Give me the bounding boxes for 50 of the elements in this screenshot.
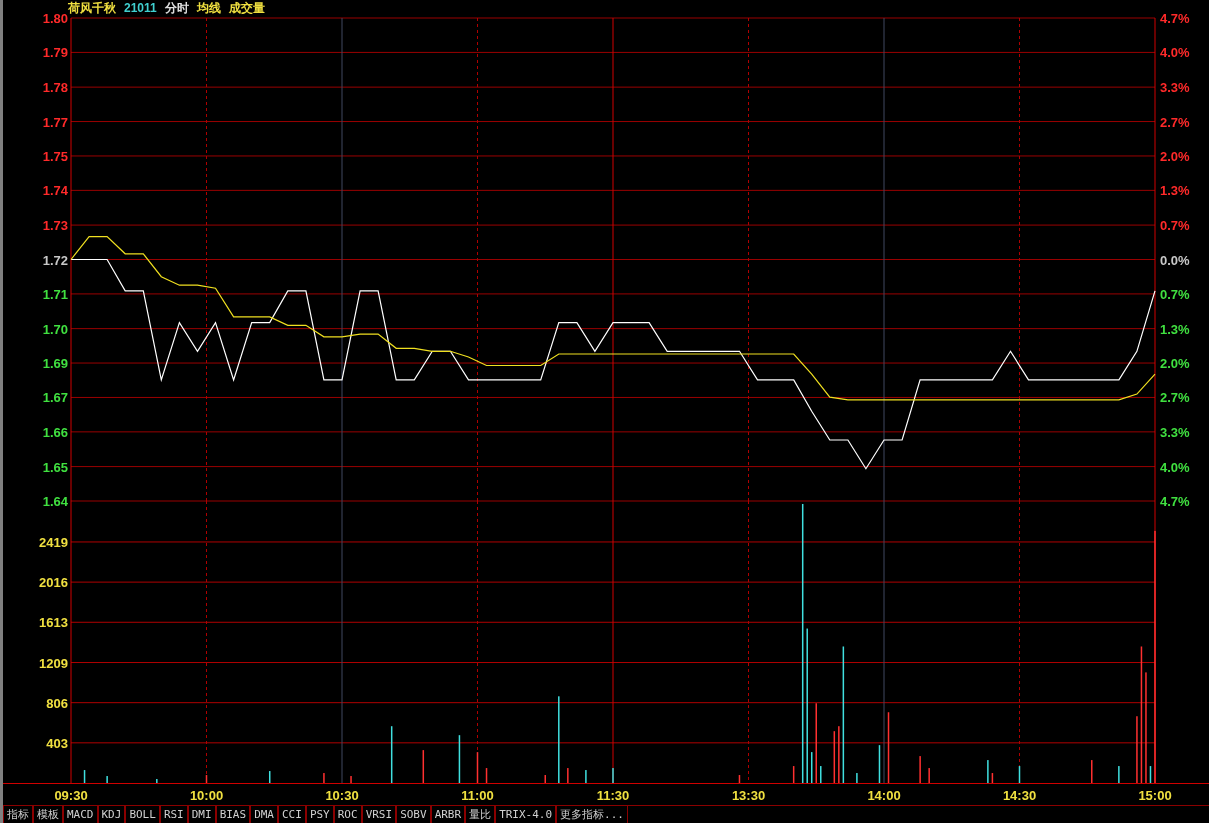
- volume-axis-label: 1613: [39, 615, 68, 631]
- time-axis-label: 09:30: [54, 788, 88, 803]
- price-axis-label: 1.64: [42, 494, 68, 509]
- time-axis-label: 14:30: [1002, 788, 1037, 803]
- change-axis-label: 4.0%: [1160, 459, 1190, 475]
- chart-legend-label: 成交量: [228, 0, 265, 16]
- change-axis-label: 3.3%: [1160, 80, 1190, 96]
- time-axis-label: 14:00: [867, 788, 901, 803]
- volume-axis-label: 1209: [39, 655, 68, 671]
- price-axis-label: 1.72: [42, 252, 68, 268]
- stock-name: 荷风千秋: [68, 0, 116, 16]
- price-axis-label: 1.67: [42, 390, 68, 406]
- price-axis-label: 1.79: [42, 45, 68, 61]
- change-axis-label: 0.0%: [1160, 252, 1190, 268]
- change-axis-label: 1.3%: [1160, 183, 1190, 199]
- price-axis-label: 1.74: [42, 183, 68, 199]
- price-axis-label: 1.73: [42, 218, 68, 234]
- time-axis-label: 13:30: [731, 788, 766, 803]
- stock-code: 21011: [124, 0, 157, 16]
- change-axis-label: 0.7%: [1160, 286, 1190, 302]
- change-axis-label: 3.3%: [1160, 424, 1190, 440]
- volume-axis-label: 2016: [39, 575, 68, 591]
- price-axis-label: 1.66: [42, 424, 68, 440]
- change-axis-label: 4.7%: [1160, 11, 1190, 26]
- change-axis-label: 2.0%: [1160, 356, 1190, 372]
- chart-legend-label: 均线: [196, 0, 221, 16]
- chart-legend-label: 分时: [164, 0, 189, 16]
- price-axis-label: 1.77: [42, 114, 68, 130]
- price-axis-label: 1.65: [42, 459, 68, 475]
- change-axis-label: 4.0%: [1160, 45, 1190, 61]
- time-axis-label: 15:00: [1138, 788, 1172, 803]
- change-axis-label: 0.7%: [1160, 218, 1190, 234]
- time-axis-label: 11:30: [596, 788, 630, 803]
- change-axis-label: 2.7%: [1160, 390, 1190, 406]
- volume-axis-label: 403: [46, 735, 68, 751]
- change-axis-label: 4.7%: [1160, 494, 1190, 509]
- time-axis-label: 10:00: [189, 788, 224, 803]
- change-axis-label: 1.3%: [1160, 321, 1190, 337]
- volume-axis-label: 806: [46, 695, 68, 711]
- change-axis-label: 2.0%: [1160, 148, 1190, 164]
- volume-axis-label: 2419: [39, 534, 68, 550]
- price-axis-label: 1.70: [42, 321, 68, 337]
- time-axis-label: 10:30: [325, 788, 359, 803]
- price-axis-label: 1.80: [42, 11, 68, 26]
- price-axis-label: 1.78: [42, 80, 68, 96]
- price-axis-label: 1.75: [42, 148, 68, 164]
- change-axis-label: 2.7%: [1160, 114, 1190, 130]
- price-axis-label: 1.69: [42, 356, 68, 372]
- time-axis-label: 11:00: [461, 788, 494, 803]
- price-axis-label: 1.71: [42, 286, 68, 302]
